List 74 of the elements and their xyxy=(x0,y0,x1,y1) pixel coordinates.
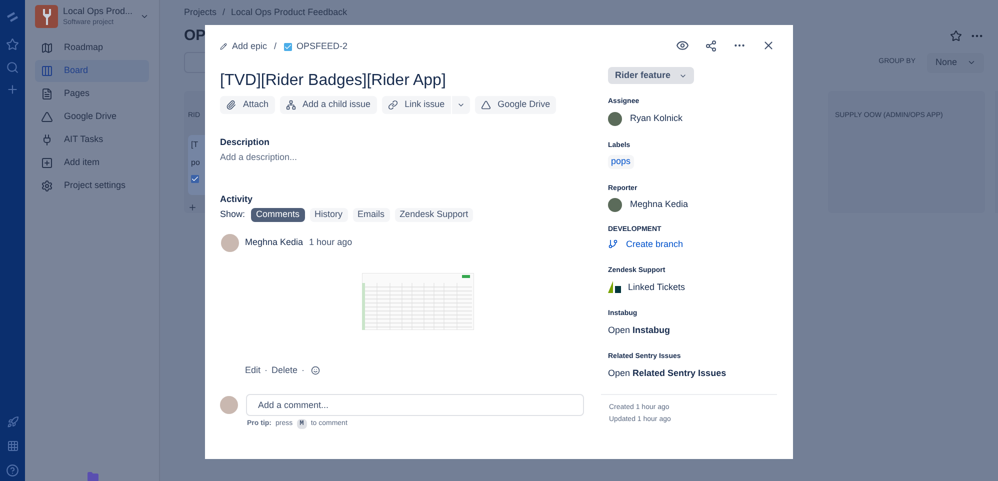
plus-icon[interactable] xyxy=(6,83,19,96)
page-title: OP xyxy=(184,26,206,46)
checkbox-icon xyxy=(191,175,199,183)
more-actions-dropdown[interactable] xyxy=(452,96,470,114)
show-label: Show: xyxy=(220,208,246,222)
triangle-icon xyxy=(41,111,53,123)
breadcrumb-separator: / xyxy=(222,6,226,19)
add-epic-link[interactable]: Add epic xyxy=(232,40,268,54)
avatar xyxy=(220,396,238,414)
comment-author[interactable]: Meghna Kedia xyxy=(245,236,304,250)
comment-action-link[interactable]: Delete xyxy=(272,364,298,378)
comment-action-link[interactable]: Edit xyxy=(245,364,261,378)
issue-title[interactable]: [TVD][Rider Badges][Rider App] xyxy=(220,72,588,90)
avatar xyxy=(608,112,622,126)
link-icon xyxy=(388,100,398,110)
paperclip-icon xyxy=(226,100,236,110)
toolbar-button[interactable]: Link issue xyxy=(382,96,451,114)
toolbar-button[interactable]: Attach xyxy=(220,96,275,114)
chevron-down-icon xyxy=(967,58,976,67)
star-icon[interactable] xyxy=(6,38,19,51)
section-heading: Activity xyxy=(220,192,254,206)
search-icon[interactable] xyxy=(6,61,19,74)
gear-icon xyxy=(41,180,53,192)
status-dropdown[interactable]: Rider feature xyxy=(608,67,694,84)
zendesk-logo-icon xyxy=(608,281,622,294)
linked-tickets-link[interactable]: Linked Tickets xyxy=(628,280,686,294)
pencil-icon xyxy=(220,43,227,50)
breadcrumb-separator: / xyxy=(274,40,277,53)
project-avatar-icon xyxy=(35,5,58,28)
branch-icon xyxy=(608,239,618,250)
plus-icon[interactable] xyxy=(188,203,197,212)
card-title: [T xyxy=(191,139,198,151)
issue-key-link[interactable]: OPSFEED-2 xyxy=(296,40,348,54)
triangle-icon xyxy=(480,100,491,110)
toolbar-button[interactable]: Google Drive xyxy=(474,96,556,114)
comment-input-field[interactable]: Add a comment... xyxy=(246,394,584,416)
app-grid-icon[interactable] xyxy=(6,440,18,452)
app-logo-icon[interactable] xyxy=(6,10,20,24)
comment-time: 1 hour ago xyxy=(309,236,352,250)
folder-icon[interactable] xyxy=(87,471,99,481)
roadmap-icon xyxy=(41,42,53,54)
hierarchy-icon xyxy=(286,100,296,110)
rocket-icon[interactable] xyxy=(6,416,18,428)
section-heading: Description xyxy=(220,136,271,149)
avatar xyxy=(608,198,622,212)
label-tag[interactable]: pops xyxy=(608,155,634,168)
open-link[interactable]: Open Related Sentry Issues xyxy=(608,366,778,380)
activity-filter-tab[interactable]: History xyxy=(310,208,348,222)
activity-filter-tab[interactable]: Zendesk Support xyxy=(394,208,474,222)
action-separator: · xyxy=(302,364,305,377)
share-icon[interactable] xyxy=(705,40,717,52)
activity-filter-tab[interactable]: Emails xyxy=(352,208,390,222)
plug-icon xyxy=(41,134,53,146)
watch-eye-icon[interactable] xyxy=(676,39,689,52)
action-separator: · xyxy=(264,364,268,377)
help-icon[interactable] xyxy=(6,464,19,477)
avatar xyxy=(221,234,239,252)
person-name: Ryan Kolnick xyxy=(630,112,683,125)
checkbox-icon xyxy=(284,42,292,51)
star-icon[interactable] xyxy=(950,30,962,42)
spreadsheet-thumbnail-drawing[interactable] xyxy=(362,273,474,330)
card-label: po xyxy=(191,157,200,169)
person-name: Meghna Kedia xyxy=(630,198,688,212)
emoji-icon[interactable] xyxy=(310,366,320,376)
close-icon[interactable] xyxy=(762,39,775,52)
open-link[interactable]: Open Instabug xyxy=(608,324,778,337)
page-icon xyxy=(41,88,53,100)
activity-filter-tab[interactable]: Comments xyxy=(251,208,305,222)
description-field[interactable]: Add a description... xyxy=(220,151,588,164)
columns-icon xyxy=(41,65,53,77)
create-branch-link[interactable]: Create branch xyxy=(626,238,684,251)
add-square-icon xyxy=(41,157,53,169)
chevron-down-icon[interactable] xyxy=(140,12,149,21)
toolbar-button[interactable]: Add a child issue xyxy=(280,96,377,114)
